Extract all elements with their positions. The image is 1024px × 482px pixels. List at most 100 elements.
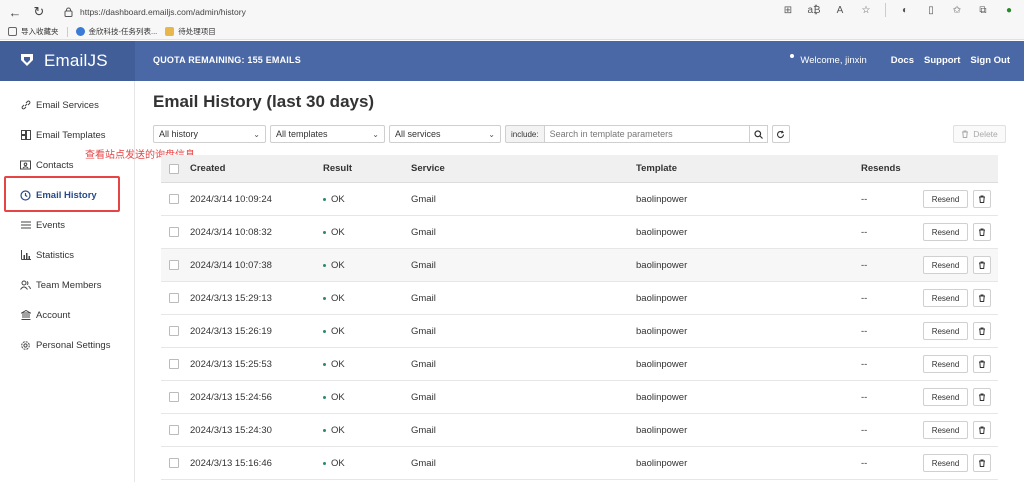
column-service[interactable]: Service xyxy=(411,155,445,182)
template-icon xyxy=(20,130,31,141)
globe-icon xyxy=(75,27,85,36)
read-aloud-icon[interactable]: A xyxy=(833,3,847,17)
table-row[interactable]: 2024/3/13 15:24:56 OK Gmail baolinpower … xyxy=(161,381,998,414)
bookmark-pending[interactable]: 待处理项目 xyxy=(165,26,216,37)
table-row[interactable]: 2024/3/13 15:24:30 OK Gmail baolinpower … xyxy=(161,414,998,447)
column-created[interactable]: Created xyxy=(190,155,225,182)
row-checkbox[interactable] xyxy=(169,194,179,204)
table-row[interactable]: 2024/3/13 15:25:53 OK Gmail baolinpower … xyxy=(161,348,998,381)
result-text: OK xyxy=(331,358,345,370)
row-checkbox[interactable] xyxy=(169,227,179,237)
sidebar-item-team-members[interactable]: Team Members xyxy=(20,275,101,295)
extension-icon[interactable]: ◐ xyxy=(898,3,912,17)
search-input[interactable] xyxy=(543,125,750,143)
sidebar-item-email-services[interactable]: Email Services xyxy=(20,95,99,115)
result-text: OK xyxy=(331,391,345,403)
resend-button[interactable]: Resend xyxy=(923,289,968,307)
result-text: OK xyxy=(331,193,345,205)
refresh-button[interactable] xyxy=(771,125,790,143)
services-filter-select[interactable]: All services ⌄ xyxy=(389,125,501,143)
row-checkbox[interactable] xyxy=(169,425,179,435)
gear-icon xyxy=(20,340,31,351)
row-checkbox[interactable] xyxy=(169,293,179,303)
template-cell: baolinpower xyxy=(636,457,688,469)
collections-icon[interactable]: ⧉ xyxy=(976,3,990,17)
trash-icon xyxy=(979,195,985,203)
table-row[interactable]: 2024/3/13 15:26:19 OK Gmail baolinpower … xyxy=(161,315,998,348)
created-cell: 2024/3/13 15:24:56 xyxy=(190,391,272,403)
created-cell: 2024/3/13 15:26:19 xyxy=(190,325,272,337)
sidebar-item-personal-settings[interactable]: Personal Settings xyxy=(20,335,110,355)
split-screen-icon[interactable]: ▯ xyxy=(924,3,938,17)
history-filter-select[interactable]: All history ⌄ xyxy=(153,125,266,143)
notification-dot xyxy=(790,53,795,58)
column-resends[interactable]: Resends xyxy=(861,155,901,182)
resend-button[interactable]: Resend xyxy=(923,256,968,274)
favorite-star-icon[interactable]: ☆ xyxy=(859,3,873,17)
column-template[interactable]: Template xyxy=(636,155,677,182)
table-row[interactable]: 2024/3/14 10:07:38 OK Gmail baolinpower … xyxy=(161,249,998,282)
row-checkbox[interactable] xyxy=(169,392,179,402)
resend-button[interactable]: Resend xyxy=(923,388,968,406)
apps-icon[interactable]: ⊞ xyxy=(781,3,795,17)
delete-row-button[interactable] xyxy=(973,454,991,472)
search-button[interactable] xyxy=(749,125,768,143)
templates-filter-select[interactable]: All templates ⌄ xyxy=(270,125,385,143)
row-checkbox[interactable] xyxy=(169,326,179,336)
delete-row-button[interactable] xyxy=(973,190,991,208)
sidebar-item-events[interactable]: Events xyxy=(20,215,65,235)
delete-row-button[interactable] xyxy=(973,421,991,439)
select-all-checkbox[interactable] xyxy=(169,163,179,174)
delete-row-button[interactable] xyxy=(973,256,991,274)
resend-button[interactable]: Resend xyxy=(923,421,968,439)
translate-icon[interactable]: a₿ xyxy=(807,3,821,17)
address-bar[interactable]: https://dashboard.emailjs.com/admin/hist… xyxy=(62,3,792,21)
delete-button[interactable]: Delete xyxy=(953,125,1006,143)
resend-button[interactable]: Resend xyxy=(923,190,968,208)
resend-button[interactable]: Resend xyxy=(923,223,968,241)
result-cell: OK xyxy=(323,183,345,215)
emailjs-logo-icon xyxy=(21,54,33,66)
row-checkbox[interactable] xyxy=(169,260,179,270)
resend-button[interactable]: Resend xyxy=(923,355,968,373)
table-row[interactable]: 2024/3/14 10:09:24 OK Gmail baolinpower … xyxy=(161,183,998,216)
template-cell: baolinpower xyxy=(636,325,688,337)
status-dot xyxy=(323,461,326,465)
row-checkbox[interactable] xyxy=(169,458,179,468)
sidebar-item-account[interactable]: Account xyxy=(20,305,70,325)
favorites-icon[interactable]: ✩ xyxy=(950,3,964,17)
welcome-text: Welcome, jinxin xyxy=(800,55,867,66)
resends-cell: -- xyxy=(861,292,868,304)
delete-row-button[interactable] xyxy=(973,289,991,307)
sidebar-item-statistics[interactable]: Statistics xyxy=(20,245,74,265)
resend-button[interactable]: Resend xyxy=(923,454,968,472)
profile-icon[interactable]: ● xyxy=(1002,3,1016,17)
table-row[interactable]: 2024/3/13 15:16:46 OK Gmail baolinpower … xyxy=(161,447,998,480)
row-checkbox[interactable] xyxy=(169,359,179,369)
table-row[interactable]: 2024/3/14 10:08:32 OK Gmail baolinpower … xyxy=(161,216,998,249)
resend-button[interactable]: Resend xyxy=(923,322,968,340)
divider xyxy=(885,3,886,17)
table-row[interactable]: 2024/3/13 15:29:13 OK Gmail baolinpower … xyxy=(161,282,998,315)
logo[interactable]: EmailJS xyxy=(0,41,135,81)
docs-link[interactable]: Docs xyxy=(891,55,914,66)
sign-out-link[interactable]: Sign Out xyxy=(970,55,1010,66)
column-result[interactable]: Result xyxy=(323,155,352,182)
delete-row-button[interactable] xyxy=(973,223,991,241)
result-cell: OK xyxy=(323,414,345,446)
refresh-icon[interactable]: ↻ xyxy=(30,3,48,21)
sidebar-item-email-templates[interactable]: Email Templates xyxy=(20,125,106,145)
bookmark-task-list[interactable]: 金欣科技-任务列表... xyxy=(75,26,157,37)
row-actions: Resend xyxy=(923,414,991,446)
back-icon[interactable]: ← xyxy=(6,3,24,21)
delete-row-button[interactable] xyxy=(973,322,991,340)
bookmark-import[interactable]: 导入收藏夹 xyxy=(8,26,59,37)
template-cell: baolinpower xyxy=(636,292,688,304)
support-link[interactable]: Support xyxy=(924,55,960,66)
sidebar-item-contacts[interactable]: Contacts xyxy=(20,155,74,175)
search-icon xyxy=(753,129,763,139)
delete-row-button[interactable] xyxy=(973,355,991,373)
trash-icon xyxy=(979,393,985,401)
status-dot xyxy=(323,230,326,234)
delete-row-button[interactable] xyxy=(973,388,991,406)
